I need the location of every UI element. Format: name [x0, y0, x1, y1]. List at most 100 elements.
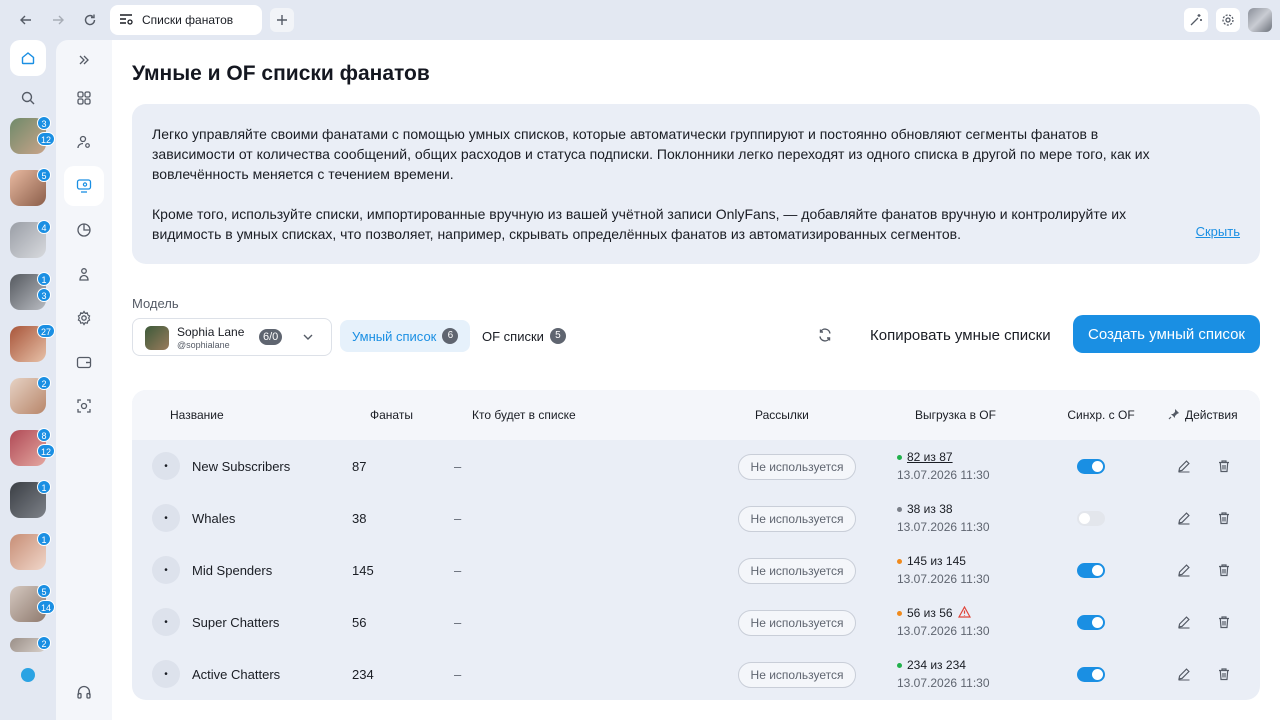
model-name: Sophia Lane: [177, 325, 245, 339]
list-name: Active Chatters: [192, 666, 281, 682]
user-avatar[interactable]: [1248, 8, 1272, 32]
export-count[interactable]: 82 из 87: [907, 450, 953, 464]
column-fans[interactable]: Фанаты: [370, 390, 413, 440]
sync-toggle[interactable]: [1077, 563, 1105, 578]
create-smart-list-button[interactable]: Создать умный список: [1073, 315, 1260, 353]
sync-toggle[interactable]: [1077, 511, 1105, 526]
unread-badge: 12: [37, 132, 56, 146]
new-tab-button[interactable]: [270, 8, 294, 32]
edit-pencil-icon[interactable]: [1175, 509, 1193, 527]
magic-wand-icon[interactable]: [1184, 8, 1208, 32]
tab-smart-lists-label: Умный список: [352, 328, 437, 344]
sync-toggle[interactable]: [1077, 459, 1105, 474]
edit-pencil-icon[interactable]: [1175, 665, 1193, 683]
model-select[interactable]: Sophia Lane @sophialane 6/0: [132, 318, 332, 356]
fans-count: 145: [352, 562, 374, 578]
chevron-down-icon: [301, 330, 315, 344]
page-title: Умные и OF списки фанатов: [132, 62, 430, 85]
delete-trash-icon[interactable]: [1215, 665, 1233, 683]
tab-of-lists[interactable]: OF списки 5: [470, 320, 578, 352]
wallet-icon[interactable]: [64, 342, 104, 382]
export-count: 234 из 234: [907, 658, 966, 672]
creator-rail: 3 12 5 4 1 3 27 2 8 12 1 1 5 14 2: [0, 40, 56, 720]
status-dot: [897, 558, 902, 564]
delete-trash-icon[interactable]: [1215, 509, 1233, 527]
mailing-status-pill: Не используется: [738, 610, 856, 636]
hide-info-link[interactable]: Скрыть: [1196, 222, 1240, 242]
expand-chevrons-icon[interactable]: [64, 40, 104, 80]
browser-tab[interactable]: Списки фанатов: [110, 5, 262, 35]
headphones-support-icon[interactable]: [64, 672, 104, 712]
sync-toggle[interactable]: [1077, 667, 1105, 682]
column-name[interactable]: Название: [170, 390, 224, 440]
scan-face-icon[interactable]: [64, 386, 104, 426]
search-icon[interactable]: [18, 88, 38, 108]
row-menu-button[interactable]: •: [152, 504, 180, 532]
unread-badge: 12: [37, 444, 56, 458]
tab-smart-lists[interactable]: Умный список 6: [340, 320, 471, 352]
fans-count: 234: [352, 666, 374, 682]
unread-badge: 5: [37, 168, 51, 182]
delete-trash-icon[interactable]: [1215, 613, 1233, 631]
settings-icon[interactable]: [64, 298, 104, 338]
statistics-pie-icon[interactable]: [64, 210, 104, 250]
status-dot: [897, 506, 902, 512]
edit-pencil-icon[interactable]: [1175, 613, 1193, 631]
fan-lists-icon[interactable]: [64, 166, 104, 206]
telegram-icon[interactable]: [21, 668, 35, 682]
model-label: Модель: [132, 296, 179, 311]
row-menu-button[interactable]: •: [152, 452, 180, 480]
table-row[interactable]: • Active Chatters 234 – Не используется 234 и…: [132, 648, 1260, 700]
pin-icon: [1168, 408, 1180, 423]
who-in-list: –: [454, 614, 462, 630]
export-status: 145 из 145 13.07.2026 11:30: [897, 552, 990, 588]
refresh-icon[interactable]: [814, 324, 836, 346]
info-paragraph: Кроме того, используйте списки, импортир…: [152, 206, 1127, 242]
settings-gear-icon[interactable]: [1216, 8, 1240, 32]
status-dot: [897, 610, 902, 616]
table-row[interactable]: • Mid Spenders 145 – Не используется 145 из 1…: [132, 544, 1260, 596]
unread-badge: 2: [37, 636, 51, 650]
column-actions-label: Действия: [1185, 408, 1238, 422]
export-status: 38 из 38 13.07.2026 11:30: [897, 500, 990, 536]
edit-pencil-icon[interactable]: [1175, 561, 1193, 579]
export-status: 82 из 87 13.07.2026 11:30: [897, 448, 990, 484]
list-name: Mid Spenders: [192, 562, 273, 578]
who-in-list: –: [454, 458, 462, 474]
unread-badge: 27: [37, 324, 56, 338]
row-menu-button[interactable]: •: [152, 556, 180, 584]
team-icon[interactable]: [64, 254, 104, 294]
table-row[interactable]: • Super Chatters 56 – Не используется 56 из 5…: [132, 596, 1260, 648]
delete-trash-icon[interactable]: [1215, 457, 1233, 475]
export-date: 13.07.2026 11:30: [897, 468, 990, 482]
model-list-count: 6/0: [259, 329, 283, 345]
table-row[interactable]: • New Subscribers 87 – Не используется 82 из …: [132, 440, 1260, 492]
column-who: Кто будет в списке: [472, 408, 576, 422]
forward-arrow-icon[interactable]: [48, 10, 68, 30]
back-arrow-icon[interactable]: [16, 10, 36, 30]
edit-pencil-icon[interactable]: [1175, 457, 1193, 475]
home-icon[interactable]: [10, 40, 46, 76]
info-paragraph: Легко управляйте своими фанатами с помощ…: [152, 126, 1150, 182]
user-search-icon[interactable]: [64, 122, 104, 162]
export-status: 56 из 56 13.07.2026 11:30: [897, 604, 990, 640]
smart-lists-table: Название Фанаты Кто будет в списке Рассы…: [132, 390, 1260, 700]
tab-of-lists-label: OF списки: [482, 328, 544, 344]
export-count: 56 из 56: [907, 606, 953, 620]
table-row[interactable]: • Whales 38 – Не используется 38 из 38 13.07.2…: [132, 492, 1260, 544]
tab-title: Списки фанатов: [142, 13, 234, 27]
export-count: 38 из 38: [907, 502, 953, 516]
row-menu-button[interactable]: •: [152, 608, 180, 636]
unread-badge: 14: [37, 600, 56, 614]
fans-count: 38: [352, 510, 367, 526]
dashboard-grid-icon[interactable]: [64, 78, 104, 118]
sync-toggle[interactable]: [1077, 615, 1105, 630]
column-actions: Действия: [1168, 390, 1238, 440]
copy-smart-lists-button[interactable]: Копировать умные списки: [858, 320, 1063, 350]
list-settings-icon: [118, 11, 134, 30]
delete-trash-icon[interactable]: [1215, 561, 1233, 579]
reload-icon[interactable]: [80, 10, 100, 30]
list-name: Whales: [192, 510, 236, 526]
who-in-list: –: [454, 562, 462, 578]
row-menu-button[interactable]: •: [152, 660, 180, 688]
